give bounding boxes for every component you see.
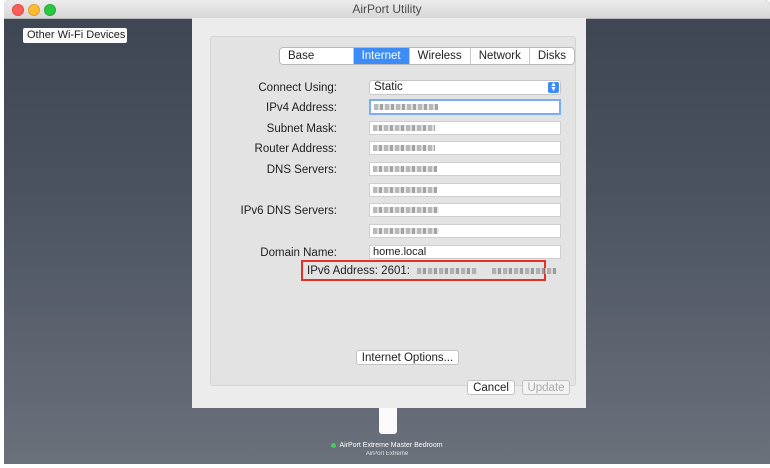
router-label: Router Address: bbox=[254, 143, 337, 155]
ipv4-label: IPv4 Address: bbox=[266, 102, 337, 114]
ipv6-address-value: 2601: bbox=[381, 265, 410, 277]
domain-label: Domain Name: bbox=[260, 247, 337, 259]
ipv6-address-label: IPv6 Address: bbox=[307, 265, 378, 277]
connect-using-select[interactable]: Static ▲ ▼ bbox=[369, 80, 561, 95]
chevron-updown-icon: ▲ ▼ bbox=[548, 81, 559, 93]
status-dot-icon bbox=[331, 442, 337, 448]
router-field[interactable] bbox=[369, 141, 561, 155]
internet-options-button[interactable]: Internet Options... bbox=[356, 350, 459, 365]
redacted-value bbox=[492, 267, 559, 274]
device-name-row: AirPort Extreme Master Bedroom bbox=[4, 442, 770, 449]
subnet-label: Subnet Mask: bbox=[266, 123, 337, 135]
redacted-value bbox=[373, 145, 435, 152]
dns-label: DNS Servers: bbox=[266, 164, 337, 176]
ipv4-field[interactable] bbox=[369, 99, 561, 115]
ipv6-address-row: IPv6 Address: 2601: bbox=[307, 265, 559, 277]
dns-field-1[interactable] bbox=[369, 162, 561, 176]
update-button[interactable]: Update bbox=[522, 380, 570, 395]
ipv6-dns-label: IPv6 DNS Servers: bbox=[240, 205, 338, 217]
redacted-value bbox=[373, 125, 435, 132]
cancel-button[interactable]: Cancel bbox=[467, 380, 515, 395]
dns-field-2[interactable] bbox=[369, 183, 561, 197]
title-bar: AirPort Utility bbox=[4, 0, 770, 19]
ipv6-dns-field-2[interactable] bbox=[369, 224, 561, 238]
tab-network[interactable]: Network bbox=[471, 48, 530, 64]
tab-base-station[interactable]: Base Station bbox=[280, 48, 354, 64]
settings-sheet: Base Station Internet Wireless Network D… bbox=[192, 18, 586, 408]
redacted-value bbox=[417, 267, 478, 274]
airport-extreme-icon[interactable] bbox=[379, 408, 397, 434]
tab-wireless[interactable]: Wireless bbox=[410, 48, 471, 64]
tab-disks[interactable]: Disks bbox=[530, 48, 574, 64]
device-name: AirPort Extreme Master Bedroom bbox=[339, 442, 443, 449]
redacted-value bbox=[373, 166, 437, 173]
subnet-field[interactable] bbox=[369, 121, 561, 135]
tab-bar: Base Station Internet Wireless Network D… bbox=[279, 47, 575, 65]
redacted-value bbox=[373, 207, 439, 214]
tab-internet[interactable]: Internet bbox=[353, 48, 410, 64]
redacted-value bbox=[373, 187, 437, 194]
bottom-border bbox=[0, 464, 770, 468]
other-wifi-devices-button[interactable]: Other Wi-Fi Devices bbox=[23, 28, 127, 43]
redacted-value bbox=[374, 104, 438, 111]
airport-utility-window: AirPort Utility Other Wi-Fi Devices Base… bbox=[4, 0, 770, 464]
device-model: AirPort Extreme bbox=[365, 451, 409, 457]
connect-using-value: Static bbox=[374, 81, 403, 93]
redacted-value bbox=[373, 228, 439, 235]
domain-field[interactable]: home.local bbox=[369, 245, 561, 259]
connect-using-label: Connect Using: bbox=[258, 82, 337, 94]
settings-panel: Base Station Internet Wireless Network D… bbox=[210, 36, 576, 386]
ipv6-dns-field-1[interactable] bbox=[369, 203, 561, 217]
window-title: AirPort Utility bbox=[352, 2, 422, 16]
